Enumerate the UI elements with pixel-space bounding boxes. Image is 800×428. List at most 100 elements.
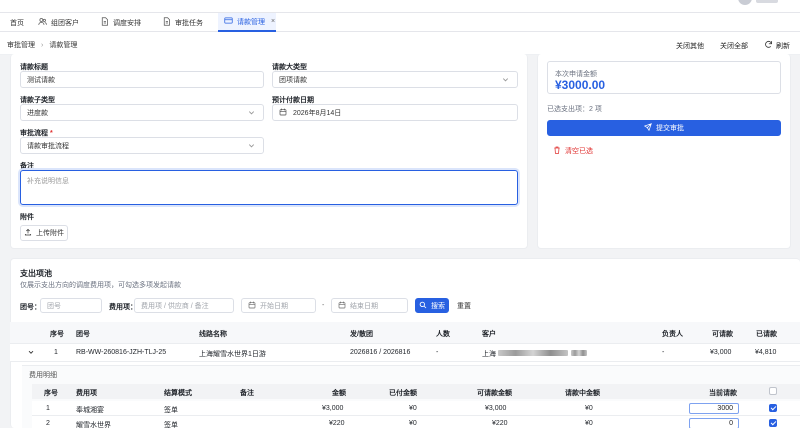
detail-col-item: 费用项 bbox=[76, 390, 97, 397]
row-route: 上海耀雪水世界1日游 bbox=[199, 351, 266, 358]
col-route: 线路名称 bbox=[199, 331, 227, 338]
detail-row-item: 耀雪水世界 bbox=[76, 422, 111, 428]
customer-blurred bbox=[571, 350, 587, 356]
row-checkbox[interactable] bbox=[769, 404, 777, 412]
send-icon bbox=[643, 123, 652, 133]
avatar[interactable] bbox=[738, 0, 752, 5]
chevron-down-icon bbox=[501, 75, 510, 84]
major-type-select[interactable]: 团项请款 bbox=[272, 71, 518, 88]
detail-row-paid: ¥0 bbox=[409, 405, 417, 412]
col-customer: 客户 bbox=[482, 331, 496, 338]
user-name-blurred bbox=[756, 0, 778, 3]
row-available: ¥3,000 bbox=[710, 349, 732, 356]
search-button[interactable]: 搜索 bbox=[415, 298, 449, 313]
amount-value: ¥3000.00 bbox=[555, 78, 606, 92]
table-row[interactable]: 1 RB-WW-260816-JZH-TLJ-25 上海耀雪水世界1日游 202… bbox=[10, 344, 800, 362]
trash-icon bbox=[553, 146, 561, 156]
detail-row-amount: ¥220 bbox=[329, 420, 345, 427]
detail-row: 2 耀雪水世界 签单 ¥220 ¥0 ¥220 ¥0 0 bbox=[32, 416, 800, 428]
detail-row-mode: 签单 bbox=[164, 422, 178, 428]
fee-detail-title: 费用明细 bbox=[29, 372, 57, 379]
submit-approval-button[interactable]: 提交审批 bbox=[547, 120, 781, 136]
detail-col-current: 当前请款 bbox=[709, 390, 737, 397]
detail-header: 序号 费用项 结算模式 备注 金额 已付金额 可请款金额 请款中金额 当前请款 bbox=[32, 384, 800, 399]
fee-filter-input[interactable]: 费用项 / 供应商 / 备注 bbox=[134, 298, 234, 313]
pay-date-picker[interactable]: 2026年8月14日 bbox=[272, 104, 518, 121]
start-date-picker[interactable]: 开始日期 bbox=[241, 298, 316, 313]
tab-group-customers[interactable]: 组团客户 bbox=[38, 13, 79, 32]
row-index: 1 bbox=[54, 349, 58, 356]
chevron-right-icon: › bbox=[41, 41, 44, 49]
detail-row-available: ¥3,000 bbox=[485, 405, 507, 412]
row-people: - bbox=[436, 349, 439, 356]
clear-selected-button[interactable]: 清空已选 bbox=[553, 146, 593, 156]
row-checkbox[interactable] bbox=[769, 419, 777, 427]
row-dates: 2026816 / 2026816 bbox=[350, 349, 411, 356]
col-group: 团号 bbox=[76, 331, 90, 338]
breadcrumb-bar: 审批管理 › 请款管理 关闭其他 关闭全部 刷新 bbox=[0, 32, 800, 55]
tab-payment-requests[interactable]: 请款管理 × bbox=[218, 13, 276, 32]
end-date-picker[interactable]: 结束日期 bbox=[331, 298, 408, 313]
col-dates: 发/散团 bbox=[350, 331, 373, 338]
top-navigation bbox=[0, 0, 800, 13]
reset-button[interactable]: 重置 bbox=[452, 298, 476, 313]
chevron-down-icon[interactable] bbox=[27, 348, 35, 358]
users-icon bbox=[38, 17, 47, 28]
detail-col-remark: 备注 bbox=[240, 390, 254, 397]
refresh-button[interactable]: 刷新 bbox=[764, 40, 790, 51]
detail-row: 1 奉城湘宴 签单 ¥3,000 ¥0 ¥3,000 ¥0 3000 bbox=[32, 401, 800, 416]
col-requested: 已请款 bbox=[756, 331, 777, 338]
col-available: 可请款 bbox=[712, 331, 733, 338]
attachment-label: 附件 bbox=[20, 214, 34, 221]
detail-row-item: 奉城湘宴 bbox=[76, 407, 104, 414]
close-all-button[interactable]: 关闭全部 bbox=[720, 41, 748, 51]
col-manager: 负责人 bbox=[662, 331, 683, 338]
file-icon bbox=[162, 17, 171, 28]
remark-textarea[interactable]: 补充说明信息 bbox=[20, 170, 518, 205]
group-filter-input[interactable]: 团号 bbox=[40, 298, 102, 313]
crumb-actions: 关闭其他 关闭全部 刷新 bbox=[676, 40, 790, 51]
fee-filter-label: 费用项： bbox=[109, 304, 137, 311]
col-index: 序号 bbox=[50, 331, 64, 338]
calendar-icon bbox=[338, 301, 346, 311]
row-customer: 上海 bbox=[482, 351, 496, 358]
selected-count: 已选支出项：2 项 bbox=[547, 106, 602, 113]
detail-row-pending: ¥0 bbox=[585, 405, 593, 412]
detail-row-mode: 签单 bbox=[164, 407, 178, 414]
refresh-icon bbox=[764, 40, 773, 51]
detail-col-mode: 结算模式 bbox=[164, 390, 192, 397]
detail-row-amount: ¥3,000 bbox=[322, 405, 344, 412]
current-request-input[interactable]: 0 bbox=[689, 418, 739, 428]
row-manager: - bbox=[662, 349, 665, 356]
calendar-icon bbox=[248, 301, 256, 311]
tab-dispatch[interactable]: 调度安排 bbox=[100, 13, 141, 32]
flow-select[interactable]: 请款审批流程 bbox=[20, 137, 264, 154]
select-all-checkbox[interactable] bbox=[769, 387, 777, 395]
current-request-input[interactable]: 3000 bbox=[689, 403, 739, 414]
detail-row-pending: ¥0 bbox=[585, 420, 593, 427]
upload-button[interactable]: 上传附件 bbox=[20, 225, 68, 241]
breadcrumb: 审批管理 › 请款管理 bbox=[7, 40, 77, 50]
detail-row-index: 2 bbox=[46, 420, 50, 427]
tab-home[interactable]: 首页 bbox=[10, 13, 24, 32]
detail-col-amount: 金额 bbox=[332, 390, 346, 397]
detail-col-available: 可请款金额 bbox=[477, 390, 512, 397]
detail-row-available: ¥220 bbox=[492, 420, 508, 427]
detail-col-index: 序号 bbox=[44, 390, 58, 397]
card-icon bbox=[224, 16, 233, 27]
required-marker: * bbox=[49, 130, 53, 137]
chevron-down-icon bbox=[247, 108, 256, 117]
close-icon[interactable]: × bbox=[271, 18, 275, 25]
title-input[interactable]: 测试请款 bbox=[20, 71, 264, 88]
pool-title: 支出项池 bbox=[20, 269, 52, 278]
close-others-button[interactable]: 关闭其他 bbox=[676, 41, 704, 51]
tab-approval-tasks[interactable]: 审批任务 bbox=[162, 13, 203, 32]
pool-subtitle: 仅展示支出方向的调度费用项，可勾选多项发起请款 bbox=[20, 282, 181, 289]
upload-icon bbox=[24, 228, 32, 238]
amount-box: 本次申请金额 ¥3000.00 bbox=[547, 61, 781, 94]
detail-col-pending: 请款中金额 bbox=[565, 390, 600, 397]
breadcrumb-parent[interactable]: 审批管理 bbox=[7, 40, 35, 50]
sub-type-select[interactable]: 进度款 bbox=[20, 104, 264, 121]
file-icon bbox=[100, 17, 109, 28]
date-range-separator: - bbox=[322, 302, 325, 309]
